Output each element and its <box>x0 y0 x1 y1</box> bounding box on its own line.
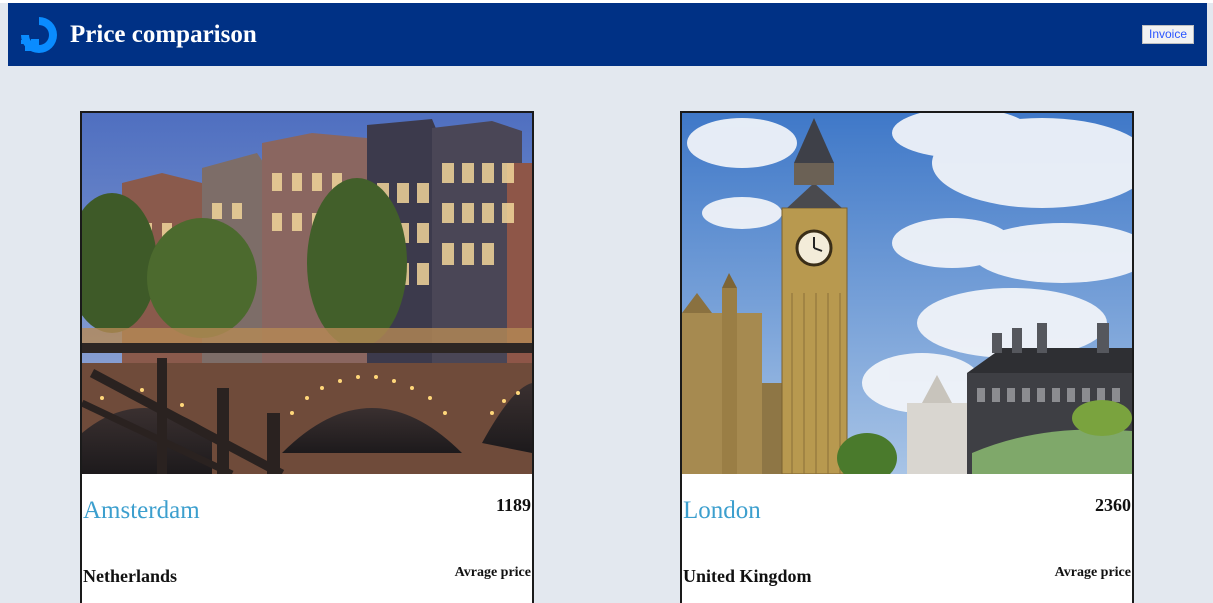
country-name: United Kingdom <box>683 566 812 586</box>
price-value: 2360 <box>1095 495 1131 515</box>
city-card-amsterdam[interactable]: Amsterdam 1189 Netherlands Avrage price <box>80 111 534 603</box>
price-value: 1189 <box>495 495 531 515</box>
city-card-london[interactable]: London 2360 United Kingdom Avrage price <box>680 111 1134 603</box>
london-big-ben-photo <box>682 113 1132 474</box>
app-header: Price comparison Invoice <box>8 3 1207 66</box>
invoice-button[interactable]: Invoice <box>1142 25 1194 44</box>
city-name[interactable]: London <box>683 496 761 526</box>
amsterdam-canal-bridge-photo <box>82 113 532 474</box>
price-caption: Avrage price <box>454 565 531 580</box>
page-title: Price comparison <box>70 21 257 48</box>
city-name[interactable]: Amsterdam <box>83 496 200 526</box>
country-name: Netherlands <box>83 566 177 586</box>
price-caption: Avrage price <box>1054 565 1131 580</box>
droplet-logo-icon <box>21 17 57 53</box>
